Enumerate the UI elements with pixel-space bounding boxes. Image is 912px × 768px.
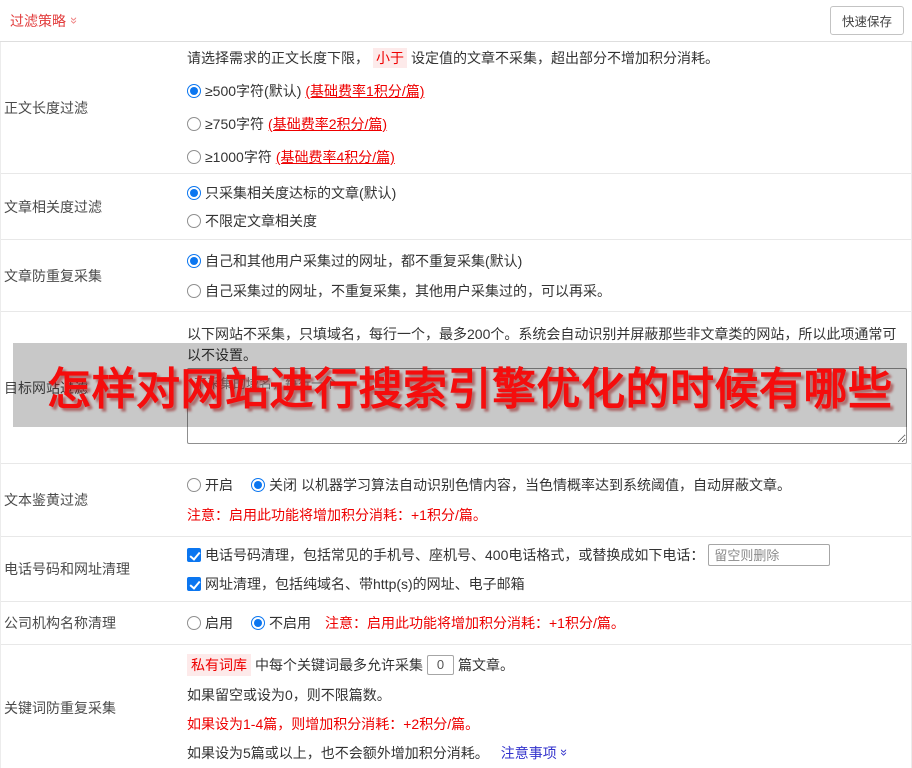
double-down-chevron-icon: » bbox=[556, 748, 572, 757]
radio-company-off-button[interactable] bbox=[251, 616, 265, 630]
section-label: 文本鉴黄过滤 bbox=[4, 492, 88, 508]
notes-link[interactable]: 注意事项 bbox=[501, 743, 557, 763]
section-label: 正文长度过滤 bbox=[4, 99, 88, 116]
radio-option-500: ≥500字符(默认) (基础费率1积分/篇) bbox=[187, 81, 901, 101]
blocked-domains-textarea[interactable] bbox=[187, 368, 907, 444]
page-header: 过滤策略 » 快速保存 bbox=[0, 0, 912, 42]
radio-750-button[interactable] bbox=[187, 117, 201, 131]
keyword-limit-row: 私有词库 中每个关键词最多允许采集 篇文章。 bbox=[187, 653, 901, 676]
radio-porn-off-button[interactable] bbox=[251, 478, 265, 492]
keyword-note-unlimited: 如果留空或设为0，则不限篇数。 bbox=[187, 686, 391, 703]
radio-1000-button[interactable] bbox=[187, 150, 201, 164]
section-relevance-filter: 文章相关度过滤 只采集相关度达标的文章(默认) 不限定文章相关度 bbox=[1, 173, 911, 239]
fee-note: (基础费率1积分/篇) bbox=[305, 83, 425, 99]
section-label: 目标网站过滤 bbox=[4, 379, 88, 396]
filter-strategy-page: 过滤策略 » 快速保存 正文长度过滤 请选择需求的正文长度下限， 小于 设定值的… bbox=[0, 0, 912, 768]
section-content: 请选择需求的正文长度下限， 小于 设定值的文章不采集，超出部分不增加积分消耗。 … bbox=[186, 42, 911, 173]
private-lexicon-badge: 私有词库 bbox=[187, 653, 251, 676]
radio-500-button[interactable] bbox=[187, 84, 201, 98]
phone-clean-option: 电话号码清理，包括常见的手机号、座机号、400电话格式，或替换成如下电话： bbox=[187, 544, 901, 566]
replacement-phone-input[interactable] bbox=[708, 544, 831, 566]
radio-dedup-all-button[interactable] bbox=[187, 253, 201, 268]
radio-option-relevance-on: 只采集相关度达标的文章(默认) bbox=[187, 183, 901, 203]
fee-note: (基础费率2积分/篇) bbox=[268, 116, 388, 132]
radio-option-dedup-all: 自己和其他用户采集过的网址，都不重复采集(默认) bbox=[187, 251, 901, 271]
company-clean-note: 注意：启用此功能将增加积分消耗：+1积分/篇。 bbox=[325, 615, 625, 631]
section-content: 电话号码清理，包括常见的手机号、座机号、400电话格式，或替换成如下电话： 网址… bbox=[186, 537, 911, 601]
section-label: 公司机构名称清理 bbox=[4, 615, 116, 631]
settings-table: 正文长度过滤 请选择需求的正文长度下限， 小于 设定值的文章不采集，超出部分不增… bbox=[0, 42, 912, 768]
section-target-site-filter: 目标网站过滤 以下网站不采集，只填域名，每行一个，最多200个。系统会自动识别并… bbox=[1, 311, 911, 463]
section-content: 私有词库 中每个关键词最多允许采集 篇文章。 如果留空或设为0，则不限篇数。 如… bbox=[186, 645, 911, 768]
porn-filter-options: 开启 关闭 以机器学习算法自动识别色情内容，当色情概率达到系统阈值，自动屏蔽文章… bbox=[187, 475, 901, 495]
radio-option-750: ≥750字符 (基础费率2积分/篇) bbox=[187, 114, 901, 134]
radio-option-1000: ≥1000字符 (基础费率4积分/篇) bbox=[187, 147, 901, 167]
fee-note: (基础费率4积分/篇) bbox=[275, 149, 395, 165]
section-phone-url-clean: 电话号码和网址清理 电话号码清理，包括常见的手机号、座机号、400电话格式，或替… bbox=[1, 536, 911, 601]
page-title-text: 过滤策略 bbox=[10, 12, 66, 29]
keyword-note-cost: 如果设为1-4篇，则增加积分消耗：+2积分/篇。 bbox=[187, 715, 480, 732]
section-label: 电话号码和网址清理 bbox=[4, 561, 130, 577]
section-keyword-dedup: 关键词防重复采集 私有词库 中每个关键词最多允许采集 篇文章。 如果留空或设为0… bbox=[1, 644, 911, 768]
section-content: 启用 不启用 注意：启用此功能将增加积分消耗：+1积分/篇。 bbox=[186, 602, 911, 644]
section-content: 自己和其他用户采集过的网址，都不重复采集(默认) 自己采集过的网址，不重复采集，… bbox=[186, 240, 911, 311]
porn-filter-note: 注意：启用此功能将增加积分消耗：+1积分/篇。 bbox=[187, 507, 487, 523]
radio-option-relevance-off: 不限定文章相关度 bbox=[187, 211, 901, 231]
target-site-description: 以下网站不采集，只填域名，每行一个，最多200个。系统会自动识别并屏蔽那些非文章… bbox=[187, 326, 897, 363]
section-content: 开启 关闭 以机器学习算法自动识别色情内容，当色情概率达到系统阈值，自动屏蔽文章… bbox=[186, 464, 911, 536]
radio-option-dedup-self: 自己采集过的网址，不重复采集，其他用户采集过的，可以再采。 bbox=[187, 281, 901, 301]
body-length-description: 请选择需求的正文长度下限， 小于 设定值的文章不采集，超出部分不增加积分消耗。 bbox=[187, 48, 719, 68]
section-content: 只采集相关度达标的文章(默认) 不限定文章相关度 bbox=[186, 174, 911, 239]
section-label: 文章相关度过滤 bbox=[4, 198, 102, 215]
url-clean-checkbox[interactable] bbox=[187, 577, 201, 591]
keyword-note-five: 如果设为5篇或以上，也不会额外增加积分消耗。 注意事项 » bbox=[187, 743, 572, 763]
radio-relevance-on-button[interactable] bbox=[187, 185, 201, 200]
radio-dedup-self-button[interactable] bbox=[187, 283, 201, 298]
section-article-dedup: 文章防重复采集 自己和其他用户采集过的网址，都不重复采集(默认) 自己采集过的网… bbox=[1, 239, 911, 311]
less-than-highlight: 小于 bbox=[373, 48, 407, 68]
section-body-length-filter: 正文长度过滤 请选择需求的正文长度下限， 小于 设定值的文章不采集，超出部分不增… bbox=[1, 42, 911, 173]
page-title[interactable]: 过滤策略 » bbox=[10, 11, 83, 31]
radio-porn-on-button[interactable] bbox=[187, 478, 201, 492]
keyword-limit-input[interactable] bbox=[427, 654, 454, 675]
radio-relevance-off-button[interactable] bbox=[187, 213, 201, 228]
company-clean-options: 启用 不启用 注意：启用此功能将增加积分消耗：+1积分/篇。 bbox=[187, 613, 901, 633]
double-down-chevron-icon: » bbox=[67, 16, 83, 25]
section-porn-filter: 文本鉴黄过滤 开启 关闭 以机器学习算法自动识别色情内容，当色情概率达到系统阈值… bbox=[1, 463, 911, 536]
url-clean-option: 网址清理，包括纯域名、带http(s)的网址、电子邮箱 bbox=[187, 574, 901, 594]
section-label: 关键词防重复采集 bbox=[4, 700, 116, 716]
section-label: 文章防重复采集 bbox=[4, 267, 102, 284]
section-content: 以下网站不采集，只填域名，每行一个，最多200个。系统会自动识别并屏蔽那些非文章… bbox=[186, 312, 912, 463]
section-company-name-clean: 公司机构名称清理 启用 不启用 注意：启用此功能将增加积分消耗：+1积分/篇。 bbox=[1, 601, 911, 644]
radio-company-on-button[interactable] bbox=[187, 616, 201, 630]
phone-clean-checkbox[interactable] bbox=[187, 548, 201, 562]
quick-save-button[interactable]: 快速保存 bbox=[829, 6, 904, 35]
